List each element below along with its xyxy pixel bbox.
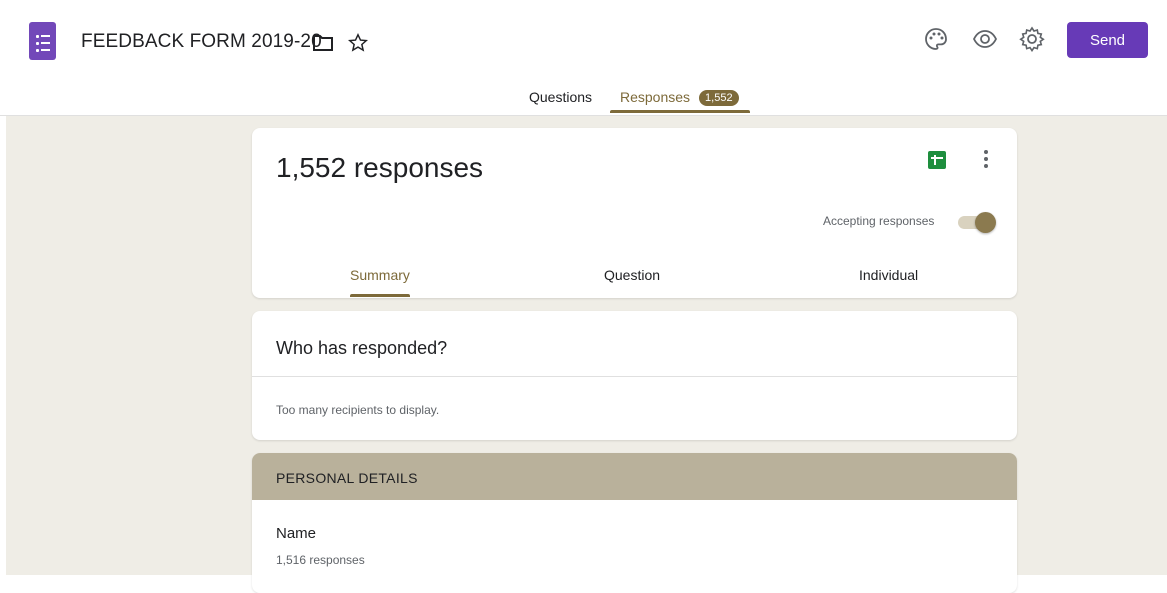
subtab-question[interactable]: Question bbox=[604, 267, 660, 283]
personal-details-section: PERSONAL DETAILS Name 1,516 responses bbox=[252, 453, 1017, 593]
section-header: PERSONAL DETAILS bbox=[252, 453, 1017, 500]
palette-icon[interactable] bbox=[923, 26, 949, 52]
tab-responses[interactable]: Responses 1,552 bbox=[620, 89, 739, 106]
accepting-responses-label: Accepting responses bbox=[823, 214, 935, 228]
settings-gear-icon[interactable] bbox=[1019, 26, 1045, 52]
accepting-responses-toggle[interactable] bbox=[956, 212, 996, 233]
tab-questions[interactable]: Questions bbox=[529, 89, 592, 105]
responses-count-badge: 1,552 bbox=[699, 90, 739, 106]
who-responded-card: Who has responded? Too many recipients t… bbox=[252, 311, 1017, 440]
folder-icon[interactable] bbox=[312, 33, 334, 53]
subtab-individual[interactable]: Individual bbox=[859, 267, 918, 283]
send-button[interactable]: Send bbox=[1067, 22, 1148, 58]
recipients-note: Too many recipients to display. bbox=[276, 403, 440, 417]
active-subtab-indicator bbox=[350, 294, 410, 297]
response-count-title: 1,552 responses bbox=[276, 152, 484, 183]
preview-eye-icon[interactable] bbox=[972, 26, 998, 52]
star-icon[interactable] bbox=[347, 32, 369, 54]
active-tab-indicator bbox=[610, 110, 750, 113]
form-tabs: Questions Responses 1,552 bbox=[0, 80, 1167, 115]
google-sheets-icon[interactable] bbox=[928, 151, 946, 169]
tab-responses-label: Responses bbox=[620, 89, 691, 105]
subtab-summary[interactable]: Summary bbox=[350, 267, 410, 283]
top-bar: FEEDBACK FORM 2019-20 Send Questions Res… bbox=[0, 0, 1167, 116]
forms-logo-icon[interactable] bbox=[29, 22, 56, 60]
card-divider bbox=[252, 376, 1017, 377]
summary-card: 1,552 responses Accepting responses Summ… bbox=[252, 128, 1017, 298]
form-title[interactable]: FEEDBACK FORM 2019-20 bbox=[81, 31, 322, 53]
question-title: Name bbox=[276, 525, 317, 542]
section-title: PERSONAL DETAILS bbox=[276, 470, 418, 486]
who-responded-title: Who has responded? bbox=[276, 338, 448, 358]
question-response-count: 1,516 responses bbox=[276, 553, 365, 567]
more-options-icon[interactable] bbox=[982, 150, 990, 172]
